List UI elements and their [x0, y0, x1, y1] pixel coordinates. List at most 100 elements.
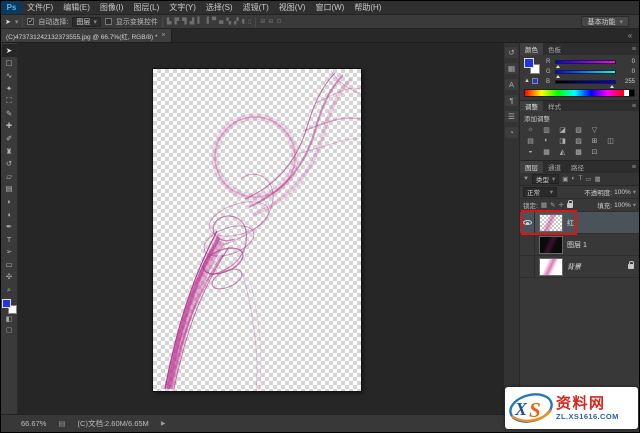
layer-name[interactable]: 图层 1 [567, 240, 639, 250]
spectrum-gradient[interactable] [525, 90, 624, 96]
blue-value[interactable]: 255 [619, 79, 635, 85]
adjustment-icon[interactable]: ◭ [556, 147, 569, 156]
type-tool[interactable]: T [2, 233, 17, 246]
quick-selection-tool[interactable]: ✦ [2, 82, 17, 95]
align-icon[interactable]: ▀ [212, 18, 216, 25]
dodge-tool[interactable]: ◖ [2, 208, 17, 221]
visibility-cell[interactable] [520, 234, 535, 255]
tab-swatches[interactable]: 色板 [543, 43, 566, 55]
swatches-panel-icon[interactable]: ▦ [505, 63, 518, 74]
history-panel-icon[interactable]: ↺ [505, 47, 518, 58]
align-icon[interactable]: ▌ [197, 18, 201, 25]
brush-tool[interactable]: ✐ [2, 132, 17, 145]
show-transform-checkbox[interactable] [104, 18, 112, 25]
panel-menu-icon[interactable]: ≡ [629, 101, 639, 111]
lock-option-icon[interactable]: ✛ [558, 201, 563, 209]
opacity-value[interactable]: 100% [614, 189, 631, 196]
close-icon[interactable]: × [162, 32, 166, 39]
layer-name[interactable]: 背景 [567, 262, 628, 272]
adjustment-icon[interactable]: ◪ [556, 125, 569, 134]
tool-preset-caret-icon[interactable]: ▾ [15, 18, 19, 26]
align-icon[interactable]: ▙ [167, 18, 172, 25]
path-selection-tool[interactable]: ➢ [2, 246, 17, 259]
foreground-color-chip[interactable] [524, 58, 534, 68]
shape-tool[interactable]: ▭ [2, 258, 17, 271]
gamut-color-chip[interactable] [531, 78, 538, 84]
blue-slider[interactable] [555, 80, 616, 88]
align-icon[interactable]: ▐ [205, 18, 209, 25]
layer-thumbnail[interactable] [539, 235, 563, 254]
adjustment-icon[interactable]: ▩ [572, 147, 585, 156]
green-value[interactable]: 0 [619, 69, 635, 75]
slider-knob[interactable] [556, 65, 560, 68]
adjustment-icon[interactable]: ◐ [540, 136, 553, 145]
fill-control[interactable]: 填充: 100% ▾ [597, 200, 636, 211]
layer-thumbnail[interactable] [539, 213, 563, 232]
crop-tool[interactable]: ⛶ [2, 94, 17, 107]
adjustment-icon[interactable]: ▤ [524, 136, 537, 145]
screen-mode-button[interactable]: ▢ [2, 325, 17, 336]
properties-panel-icon[interactable]: ☰ [505, 111, 518, 122]
adjustment-icon[interactable]: ▥ [540, 125, 553, 134]
lock-all-icon[interactable] [566, 199, 573, 208]
slider-knob[interactable] [610, 85, 614, 88]
tab-paths[interactable]: 路径 [566, 161, 589, 173]
zoom-level-field[interactable]: 66.67% [21, 419, 46, 428]
align-icon[interactable]: ▄ [219, 18, 223, 25]
layer-row-layer1[interactable]: 图层 1 [520, 234, 639, 256]
menu-item[interactable]: 视图(V) [274, 1, 311, 14]
collapse-panels-icon[interactable]: « [621, 29, 639, 42]
adjustment-icon[interactable]: ▧ [572, 125, 585, 134]
adjustment-icon[interactable]: ▽ [588, 125, 601, 134]
move-tool[interactable]: ➤ [1, 44, 17, 57]
menu-item[interactable]: 窗口(W) [310, 1, 349, 14]
align-icon[interactable]: ▜ [182, 18, 187, 25]
align-icon[interactable]: ▚ [226, 18, 231, 25]
menu-item[interactable]: 编辑(E) [58, 1, 95, 14]
blend-mode-dropdown[interactable]: 正常 ▾ [523, 187, 557, 197]
menu-item[interactable]: 文字(Y) [164, 1, 201, 14]
align-icon[interactable]: ▛ [174, 18, 179, 25]
fill-value[interactable]: 100% [614, 202, 631, 209]
adjustment-icon[interactable]: ⊞ [588, 136, 601, 145]
align-icon[interactable]: ▞ [234, 18, 239, 25]
healing-brush-tool[interactable]: ✚ [2, 120, 17, 133]
menu-item[interactable]: 图像(I) [95, 1, 129, 14]
auto-select-dropdown[interactable]: 图层 ▾ [72, 16, 101, 27]
menu-item[interactable]: 帮助(H) [349, 1, 386, 14]
tab-styles[interactable]: 样式 [543, 101, 566, 111]
tab-layers[interactable]: 图层 [520, 161, 543, 173]
adjustment-icon[interactable]: ▦ [540, 147, 553, 156]
distribute-icon[interactable]: ⊟ [268, 18, 273, 25]
menu-item[interactable]: 文件(F) [22, 1, 58, 14]
spectrum-black-chip[interactable] [629, 90, 634, 96]
filter-type-icon[interactable]: ▣ [562, 175, 568, 183]
paragraph-panel-icon[interactable]: ¶ [505, 95, 518, 106]
layer-row-background[interactable]: 背景 [520, 256, 639, 278]
info-panel-icon[interactable]: ◔ [505, 127, 518, 138]
menu-item[interactable]: 选择(S) [201, 1, 238, 14]
eye-icon[interactable] [522, 220, 532, 225]
red-slider[interactable] [555, 60, 616, 68]
visibility-cell[interactable] [520, 212, 535, 233]
slider-knob[interactable] [556, 75, 560, 78]
status-options-arrow[interactable]: ▶ [161, 420, 166, 427]
panel-menu-icon[interactable]: ≡ [629, 43, 639, 55]
eyedropper-tool[interactable]: ✎ [2, 107, 17, 120]
tab-color[interactable]: 颜色 [520, 43, 543, 55]
foreground-color-swatch[interactable] [1, 298, 11, 308]
zoom-tool[interactable]: ⌕ [2, 283, 17, 296]
layer-thumbnail[interactable] [539, 257, 563, 276]
align-icon[interactable]: ▮ [242, 18, 245, 25]
adjustment-icon[interactable]: ☼ [524, 125, 537, 134]
adjustment-icon[interactable]: ⊡ [588, 147, 601, 156]
distribute-icon[interactable]: ⊞ [260, 18, 265, 25]
filter-type-icon[interactable]: ▭ [585, 175, 591, 183]
filter-kind-dropdown[interactable]: 类型 ▾ [531, 174, 560, 184]
document-canvas[interactable] [153, 69, 361, 391]
lasso-tool[interactable]: ∿ [2, 69, 17, 82]
tab-channels[interactable]: 通道 [543, 161, 566, 173]
adjustment-icon[interactable]: ◒ [524, 147, 537, 156]
layer-row-red[interactable]: 红 [520, 212, 639, 234]
workspace-switcher[interactable]: 基本功能 ▾ [581, 16, 629, 27]
